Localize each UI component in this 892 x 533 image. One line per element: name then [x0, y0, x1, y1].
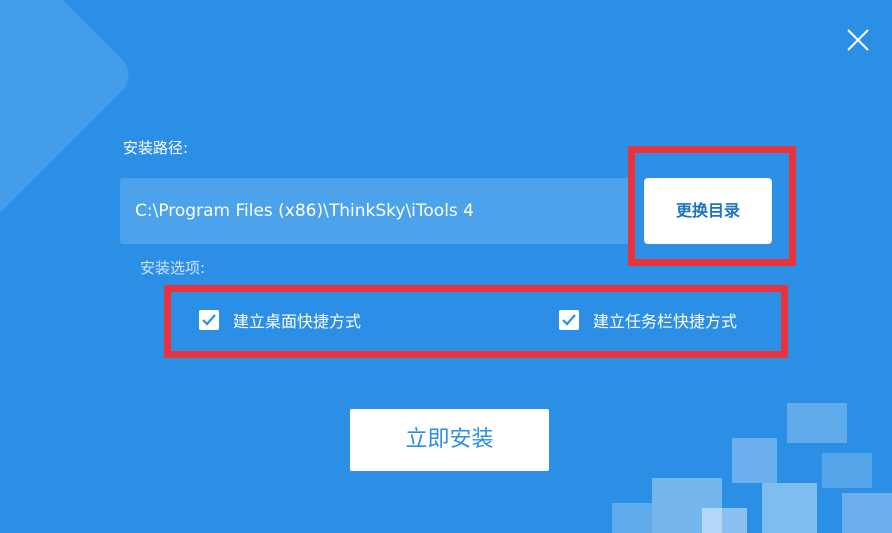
decorative-shape	[0, 0, 138, 238]
install-now-button[interactable]: 立即安装	[350, 409, 549, 471]
annotation-highlight-change-dir	[628, 146, 796, 266]
annotation-highlight-options	[164, 285, 788, 358]
install-path-input[interactable]	[120, 178, 630, 244]
close-button[interactable]	[840, 22, 876, 58]
mosaic-decoration	[592, 383, 892, 533]
close-icon	[847, 29, 869, 51]
installer-window: 安装路径: 更换目录 安装选项: 建立桌面快捷方式 建立任务栏快捷方式 立即安装	[0, 0, 892, 533]
install-path-label: 安装路径:	[123, 139, 189, 157]
install-options-label: 安装选项:	[140, 259, 206, 277]
